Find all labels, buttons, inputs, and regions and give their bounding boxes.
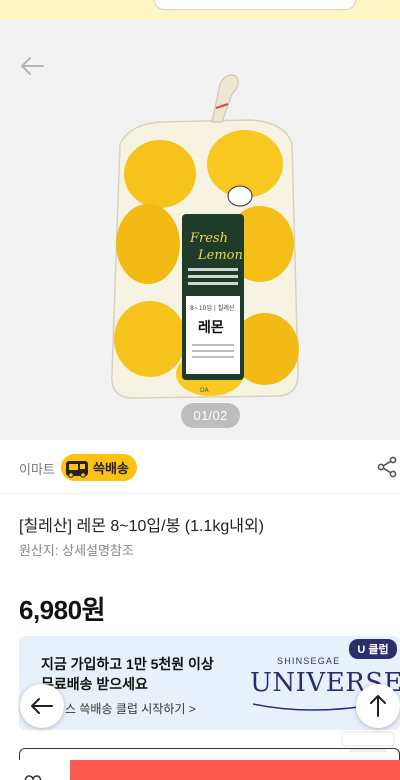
package-brand-line2: Lemon [197, 248, 243, 263]
share-button[interactable] [376, 456, 400, 480]
product-origin: 원산지: 상세설명참조 [19, 543, 134, 558]
truck-icon [64, 457, 90, 479]
banner-cta-link[interactable]: 스 쓱배송 클럽 시작하기 > [65, 700, 196, 717]
package-name: 레몬 [198, 320, 224, 336]
previous-button[interactable] [20, 684, 64, 728]
product-price: 6,980원 [19, 595, 105, 625]
scroll-top-button[interactable] [356, 684, 400, 728]
top-search-strip [0, 0, 400, 20]
image-pager: 01/02 [181, 403, 240, 428]
back-button[interactable] [18, 54, 46, 78]
seller-row: 이마트 쓱배송 [0, 440, 400, 494]
package-brand-line1: Fresh [189, 231, 228, 246]
package-spec: 8~10입 | 칠레산 [190, 304, 235, 312]
svg-text:DA: DA [200, 387, 210, 394]
up-arrow-icon [370, 695, 386, 717]
product-title: [칠레산] 레몬 8~10입/봉 (1.1kg내외) [19, 518, 264, 535]
heart-icon[interactable] [22, 774, 44, 780]
ssg-delivery-badge: 쓱배송 [61, 454, 137, 481]
lemon-bag-image: Fresh Lemon 8~10입 | 칠레산 레몬 DA [111, 74, 299, 399]
back-arrow-icon [21, 57, 44, 75]
left-arrow-icon [31, 698, 53, 714]
seller-name[interactable]: 이마트 [19, 459, 55, 478]
bottom-action-bar [0, 760, 400, 780]
delivery-badge-label: 쓱배송 [93, 461, 129, 476]
uclub-badge: U 클럽 [349, 639, 397, 659]
search-field-edge[interactable] [154, 0, 356, 10]
banner-brand-sub: SHINSEGAE [277, 656, 341, 666]
membership-banner[interactable]: 지금 가입하고 1만 5천원 이상 무료배송 받으세요 스 쓱배송 클럽 시작하… [19, 636, 400, 730]
product-image-gallery[interactable]: Fresh Lemon 8~10입 | 칠레산 레몬 DA 01/02 [0, 20, 400, 440]
share-icon [377, 456, 397, 478]
buy-button[interactable] [70, 760, 400, 780]
banner-line1: 지금 가입하고 1만 5천원 이상 [41, 656, 214, 672]
